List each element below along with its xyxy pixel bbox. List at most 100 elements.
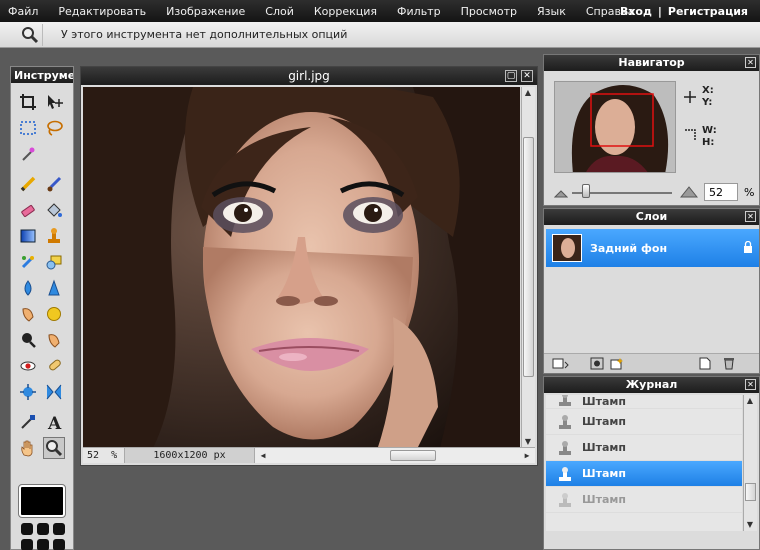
smudge-icon[interactable] [17, 303, 39, 325]
primary-color-swatch[interactable] [18, 484, 66, 518]
history-item-label: Штамп [582, 467, 626, 480]
y-label: Y: [702, 97, 713, 108]
scroll-down-icon[interactable]: ▼ [744, 519, 756, 531]
sharpen-icon[interactable] [43, 277, 65, 299]
zoom-out-icon[interactable] [553, 186, 569, 201]
zoom-in-icon[interactable] [679, 184, 699, 201]
list-item[interactable]: Штамп [546, 395, 742, 409]
sponge-icon[interactable] [43, 303, 65, 325]
close-icon[interactable]: ✕ [745, 211, 756, 222]
lasso-icon[interactable] [43, 117, 65, 139]
crop-icon[interactable] [17, 91, 39, 113]
zoom-slider-handle[interactable] [582, 184, 590, 198]
menu-image[interactable]: Изображение [156, 5, 255, 18]
scroll-up-icon[interactable]: ▲ [744, 395, 756, 407]
register-link[interactable]: Регистрация [668, 5, 748, 18]
menu-layer[interactable]: Слой [255, 5, 304, 18]
tool-options-bar: У этого инструмента нет дополнительных о… [0, 22, 760, 48]
close-icon[interactable]: ✕ [745, 57, 756, 68]
zoom-level[interactable]: 52 % [83, 448, 125, 463]
layers-title-text: Слои [635, 210, 668, 223]
layer-settings-icon[interactable] [552, 357, 569, 370]
spot-heal-icon[interactable] [43, 355, 65, 377]
stamp-icon [556, 413, 574, 431]
list-item[interactable]: Штамп [546, 487, 742, 513]
list-item[interactable]: Штамп [546, 435, 742, 461]
eraser-icon[interactable] [17, 199, 39, 221]
menu-language[interactable]: Язык [527, 5, 576, 18]
horizontal-scroll-thumb[interactable] [390, 450, 436, 461]
scroll-up-icon[interactable]: ▲ [522, 87, 534, 99]
menu-view[interactable]: Просмотр [451, 5, 527, 18]
lock-icon[interactable] [743, 240, 753, 256]
color-cell[interactable] [21, 523, 33, 535]
navigator-zoom-input[interactable]: 52 [704, 183, 738, 201]
x-label: X: [702, 85, 714, 96]
gradient-icon[interactable] [17, 225, 39, 247]
brush-icon[interactable] [43, 173, 65, 195]
list-item[interactable]: Штамп [546, 409, 742, 435]
menu-filter[interactable]: Фильтр [387, 5, 451, 18]
scroll-right-icon[interactable]: ▶ [521, 450, 533, 462]
history-item-label: Штамп [582, 493, 626, 506]
navigator-panel: Навигатор ✕ X: Y: W: H: 52 % [543, 54, 760, 206]
navigator-zoom-unit: % [744, 186, 755, 199]
image-window-titlebar: girl.jpg ▢ ✕ [81, 67, 537, 85]
marquee-select-icon[interactable] [17, 117, 39, 139]
image-dimensions: 1600x1200 px [125, 448, 255, 463]
history-item-label: Штамп [582, 415, 626, 428]
vertical-scroll-thumb[interactable] [523, 137, 534, 377]
close-icon[interactable]: ✕ [521, 70, 533, 82]
drawing-shapes-icon[interactable] [43, 251, 65, 273]
menu-edit[interactable]: Редактировать [48, 5, 156, 18]
type-icon[interactable]: A [43, 411, 65, 433]
paint-bucket-icon[interactable] [43, 199, 65, 221]
layer-name: Задний фон [590, 241, 668, 255]
image-filename: girl.jpg [288, 69, 330, 83]
layer-item[interactable]: Задний фон [546, 229, 759, 267]
color-cell[interactable] [37, 539, 49, 550]
navigator-zoom-controls: 52 % [552, 183, 757, 203]
image-canvas[interactable] [83, 87, 520, 448]
color-replace-icon[interactable] [17, 251, 39, 273]
red-eye-icon[interactable] [17, 355, 39, 377]
burn-icon[interactable] [17, 329, 39, 351]
layer-thumbnail [552, 234, 582, 262]
magic-wand-icon[interactable] [17, 143, 39, 165]
color-cell[interactable] [37, 523, 49, 535]
new-layer-icon[interactable] [698, 357, 712, 370]
clone-stamp-icon[interactable] [43, 225, 65, 247]
hand-icon[interactable] [17, 437, 39, 459]
color-picker-icon[interactable] [17, 411, 39, 433]
pencil-icon[interactable] [17, 173, 39, 195]
menu-adjustment[interactable]: Коррекция [304, 5, 387, 18]
layer-mask-icon[interactable] [590, 357, 604, 370]
w-label: W: [702, 125, 717, 136]
trash-icon[interactable] [722, 357, 736, 370]
pinch-icon[interactable] [43, 381, 65, 403]
menu-file[interactable]: Файл [0, 5, 48, 18]
navigator-thumbnail[interactable] [554, 81, 676, 173]
dodge-icon[interactable] [43, 329, 65, 351]
bloat-icon[interactable] [17, 381, 39, 403]
menu-bar: Файл Редактировать Изображение Слой Корр… [0, 0, 760, 22]
layers-panel: Слои ✕ Задний фон [543, 208, 760, 374]
history-scroll-thumb[interactable] [745, 483, 756, 501]
layer-styles-icon[interactable] [610, 357, 624, 370]
login-link[interactable]: Вход [620, 5, 652, 18]
zoom-icon[interactable] [43, 437, 65, 459]
tools-panel-title: Инструменты [11, 67, 73, 83]
color-cell[interactable] [53, 523, 65, 535]
list-item[interactable]: Штамп [546, 461, 742, 487]
vertical-scrollbar[interactable]: ▲ ▼ [521, 87, 535, 448]
account-links: Вход | Регистрация [620, 0, 748, 22]
color-cell[interactable] [21, 539, 33, 550]
color-cell[interactable] [53, 539, 65, 550]
horizontal-scrollbar[interactable]: ◀ ▶ [255, 448, 535, 463]
maximize-icon[interactable]: ▢ [505, 70, 517, 82]
blur-icon[interactable] [17, 277, 39, 299]
scroll-left-icon[interactable]: ◀ [257, 450, 269, 462]
move-icon[interactable] [43, 91, 65, 113]
close-icon[interactable]: ✕ [745, 379, 756, 390]
history-scrollbar[interactable]: ▲ ▼ [743, 395, 757, 531]
